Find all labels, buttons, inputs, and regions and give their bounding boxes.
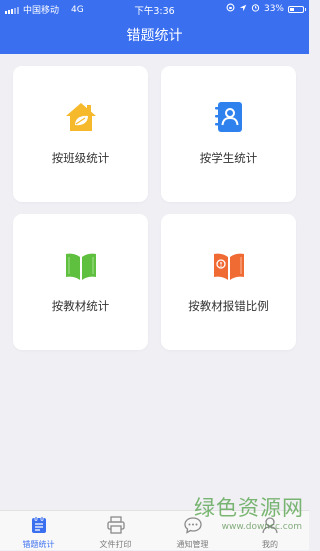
card-label: 按教材统计	[51, 299, 110, 313]
tab-label: 文件打印	[99, 540, 132, 549]
tab-error-stats[interactable]: 错题统计	[0, 511, 77, 551]
status-bar: 中国移动 4G 下午3:36 33%	[0, 0, 309, 18]
person-icon	[260, 515, 280, 535]
card-student-stats[interactable]: 按学生统计	[161, 66, 296, 202]
nav-bar: 错题统计	[0, 18, 309, 54]
card-label: 按班级统计	[51, 151, 110, 165]
status-right: 33%	[226, 3, 306, 15]
house-leaf-icon	[63, 99, 99, 135]
card-label: 按教材报错比例	[188, 299, 269, 313]
alarm-icon	[251, 3, 260, 15]
tab-label: 我的	[262, 540, 278, 549]
page-title: 错题统计	[126, 28, 183, 44]
card-label: 按学生统计	[199, 151, 258, 165]
card-textbook-stats[interactable]: 按教材统计	[13, 214, 148, 350]
card-class-stats[interactable]: 按班级统计	[13, 66, 148, 202]
tab-label: 通知管理	[176, 540, 209, 549]
tab-file-print[interactable]: 文件打印	[77, 511, 154, 551]
card-textbook-error-ratio[interactable]: 按教材报错比例	[161, 214, 296, 350]
tab-notification-management[interactable]: 通知管理	[154, 511, 231, 551]
battery-percent: 33%	[263, 4, 284, 14]
tab-label: 错题统计	[22, 540, 55, 549]
location-icon	[239, 4, 247, 15]
report-icon	[29, 515, 49, 535]
contact-book-icon	[211, 99, 247, 135]
tab-bar: 错题统计 文件打印 通知管理 我的	[0, 510, 309, 550]
open-book-icon	[63, 247, 99, 283]
lock-rotation-icon	[226, 3, 235, 15]
tab-mine[interactable]: 我的	[231, 511, 309, 551]
printer-icon	[106, 515, 126, 535]
open-book-alert-icon	[211, 247, 247, 283]
battery-icon	[288, 5, 306, 13]
chat-bubble-icon	[183, 515, 203, 535]
